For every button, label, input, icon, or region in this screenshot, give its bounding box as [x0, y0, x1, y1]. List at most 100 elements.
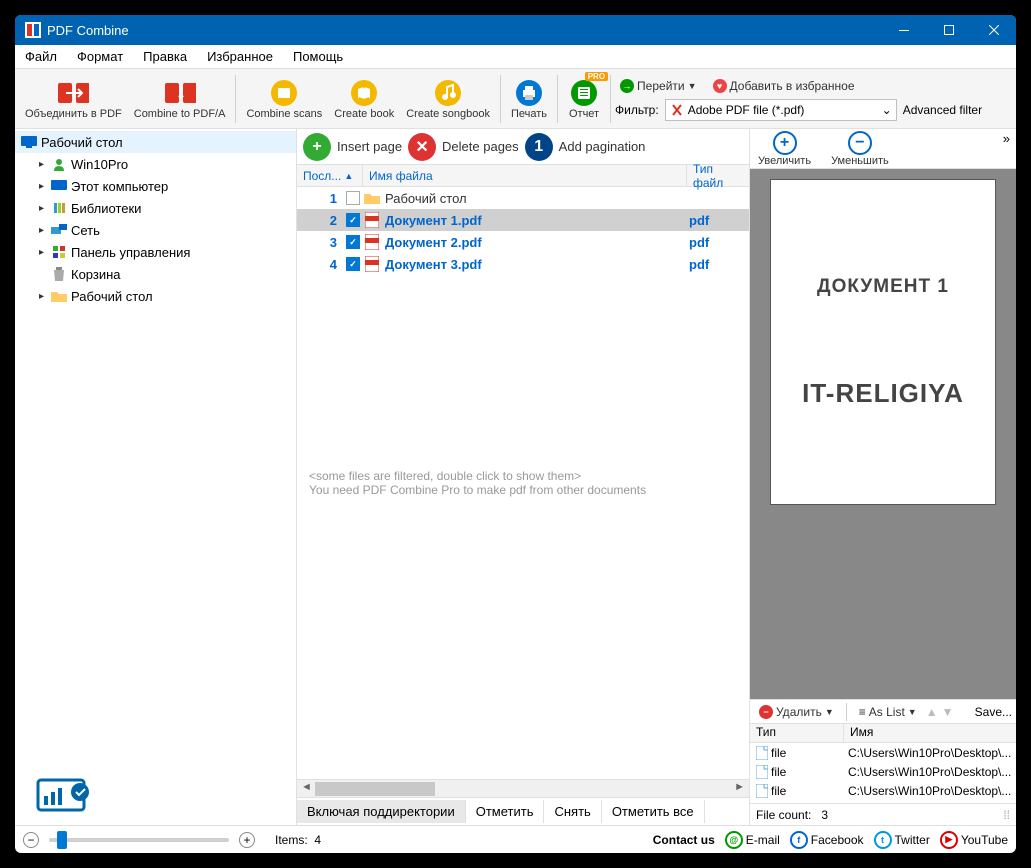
combine-pdf-button[interactable]: Объединить в PDF: [19, 76, 128, 122]
queue-delete-button[interactable]: −Удалить▼: [754, 703, 839, 721]
create-book-button[interactable]: Create book: [328, 76, 400, 122]
row-filename: Документ 1.pdf: [381, 213, 689, 228]
preview-title: ДОКУМЕНТ 1: [817, 276, 949, 298]
row-checkbox[interactable]: ✓: [343, 213, 363, 227]
row-number: 1: [297, 191, 343, 206]
row-checkbox[interactable]: ✓: [343, 235, 363, 249]
create-songbook-button[interactable]: Create songbook: [400, 76, 496, 122]
file-icon: [756, 765, 768, 779]
queue-path: C:\Users\Win10Pro\Desktop\...: [844, 765, 1016, 779]
move-down-button[interactable]: ▼: [942, 705, 954, 719]
advanced-filter-link[interactable]: Advanced filter: [903, 103, 982, 117]
file-icon: [756, 784, 768, 798]
tree-item[interactable]: ▸Сеть: [15, 219, 296, 241]
queue-row[interactable]: fileC:\Users\Win10Pro\Desktop\...: [750, 743, 1016, 762]
tree-root[interactable]: Рабочий стол: [15, 131, 296, 153]
menu-file[interactable]: Файл: [15, 45, 67, 68]
mark-all-button[interactable]: Отметить все: [602, 800, 705, 823]
menu-help[interactable]: Помощь: [283, 45, 353, 68]
file-row[interactable]: 3✓Документ 2.pdfpdf: [297, 231, 749, 253]
twitter-icon: t: [874, 831, 892, 849]
file-row[interactable]: 2✓Документ 1.pdfpdf: [297, 209, 749, 231]
zoom-in-button[interactable]: +Увеличить: [758, 131, 811, 167]
one-icon: 1: [525, 133, 553, 161]
print-button[interactable]: Печать: [505, 76, 553, 122]
grip-icon[interactable]: ⁞⁞: [1003, 808, 1010, 822]
horizontal-scrollbar[interactable]: ◄►: [297, 779, 749, 797]
col-filetype[interactable]: Тип файл: [687, 165, 749, 186]
folder-tree: Рабочий стол ▸Win10Pro ▸Этот компьютер ▸…: [15, 129, 296, 825]
move-up-button[interactable]: ▲: [926, 705, 938, 719]
collapse-icon[interactable]: »: [1003, 131, 1010, 146]
report-button[interactable]: PRO Отчет: [562, 76, 606, 122]
mark-button[interactable]: Отметить: [466, 800, 545, 823]
combine-pdf-icon: [57, 78, 89, 108]
chevron-down-icon: ⌄: [882, 103, 892, 117]
zoom-out-small-button[interactable]: −: [23, 832, 39, 848]
items-count: 4: [314, 833, 321, 847]
view-mode-button[interactable]: ≡As List▼: [854, 703, 922, 721]
pdf-icon: [363, 212, 381, 228]
zoom-in-small-button[interactable]: +: [239, 832, 255, 848]
heart-icon: ♥: [713, 79, 727, 93]
report-icon: [568, 78, 600, 108]
items-label: Items:: [275, 833, 308, 847]
tree-item[interactable]: ▸Панель управления: [15, 241, 296, 263]
menu-favorites[interactable]: Избранное: [197, 45, 283, 68]
col-filename[interactable]: Имя файла: [363, 165, 687, 186]
preview-page: ДОКУМЕНТ 1 IT-RELIGIYA: [770, 179, 996, 505]
combine-pdfa-icon: A: [164, 78, 196, 108]
pdf-icon: [363, 256, 381, 272]
titlebar: PDF Combine: [15, 15, 1016, 45]
queue-col-name[interactable]: Имя: [844, 724, 1016, 742]
tree-item[interactable]: ▸Этот компьютер: [15, 175, 296, 197]
unmark-button[interactable]: Снять: [544, 800, 601, 823]
maximize-button[interactable]: [926, 15, 971, 45]
file-row[interactable]: 1Рабочий стол: [297, 187, 749, 209]
tree-item[interactable]: ▸Корзина: [15, 263, 296, 285]
zoom-out-button[interactable]: −Уменьшить: [831, 131, 889, 167]
file-count-value: 3: [821, 808, 828, 822]
tree-item[interactable]: ▸Рабочий стол: [15, 285, 296, 307]
close-button[interactable]: [971, 15, 1016, 45]
queue-col-type[interactable]: Тип: [750, 724, 844, 742]
menu-format[interactable]: Формат: [67, 45, 133, 68]
facebook-link[interactable]: fFacebook: [790, 831, 864, 849]
file-panel: +Insert page ✕Delete pages 1Add paginati…: [297, 129, 750, 825]
pdf-icon: [363, 234, 381, 250]
delete-pages-button[interactable]: ✕Delete pages: [408, 133, 519, 161]
add-pagination-button[interactable]: 1Add pagination: [525, 133, 646, 161]
menubar: Файл Формат Правка Избранное Помощь: [15, 45, 1016, 69]
queue-row[interactable]: fileC:\Users\Win10Pro\Desktop\...: [750, 781, 1016, 800]
svg-text:A: A: [178, 90, 184, 99]
row-number: 2: [297, 213, 343, 228]
col-sequence[interactable]: Посл...▲: [297, 165, 363, 186]
combine-pdfa-button[interactable]: A Combine to PDF/A: [128, 76, 232, 122]
queue-type: file: [750, 784, 844, 798]
minimize-button[interactable]: [881, 15, 926, 45]
save-button[interactable]: Save...: [975, 705, 1012, 719]
combine-scans-button[interactable]: Combine scans: [240, 76, 328, 122]
twitter-link[interactable]: tTwitter: [874, 831, 930, 849]
row-filetype: pdf: [689, 235, 749, 250]
tree-item[interactable]: ▸Библиотеки: [15, 197, 296, 219]
filter-dropdown[interactable]: Adobe PDF file (*.pdf) ⌄: [665, 99, 897, 121]
menu-edit[interactable]: Правка: [133, 45, 197, 68]
queue-row[interactable]: fileC:\Users\Win10Pro\Desktop\...: [750, 762, 1016, 781]
go-button[interactable]: →Перейти▼: [615, 77, 701, 95]
file-row[interactable]: 4✓Документ 3.pdfpdf: [297, 253, 749, 275]
scans-icon: [268, 78, 300, 108]
add-favorite-button[interactable]: ♥Добавить в избранное: [708, 77, 860, 95]
facebook-icon: f: [790, 831, 808, 849]
app-window: PDF Combine Файл Формат Правка Избранное…: [15, 15, 1016, 853]
include-subdirs-button[interactable]: Включая поддиректории: [297, 800, 466, 823]
row-checkbox[interactable]: [343, 191, 363, 205]
insert-page-button[interactable]: +Insert page: [303, 133, 402, 161]
youtube-link[interactable]: ▶YouTube: [940, 831, 1008, 849]
row-checkbox[interactable]: ✓: [343, 257, 363, 271]
zoom-slider[interactable]: [49, 838, 229, 842]
email-link[interactable]: @E-mail: [725, 831, 780, 849]
row-filetype: pdf: [689, 257, 749, 272]
row-filename: Документ 3.pdf: [381, 257, 689, 272]
tree-item[interactable]: ▸Win10Pro: [15, 153, 296, 175]
